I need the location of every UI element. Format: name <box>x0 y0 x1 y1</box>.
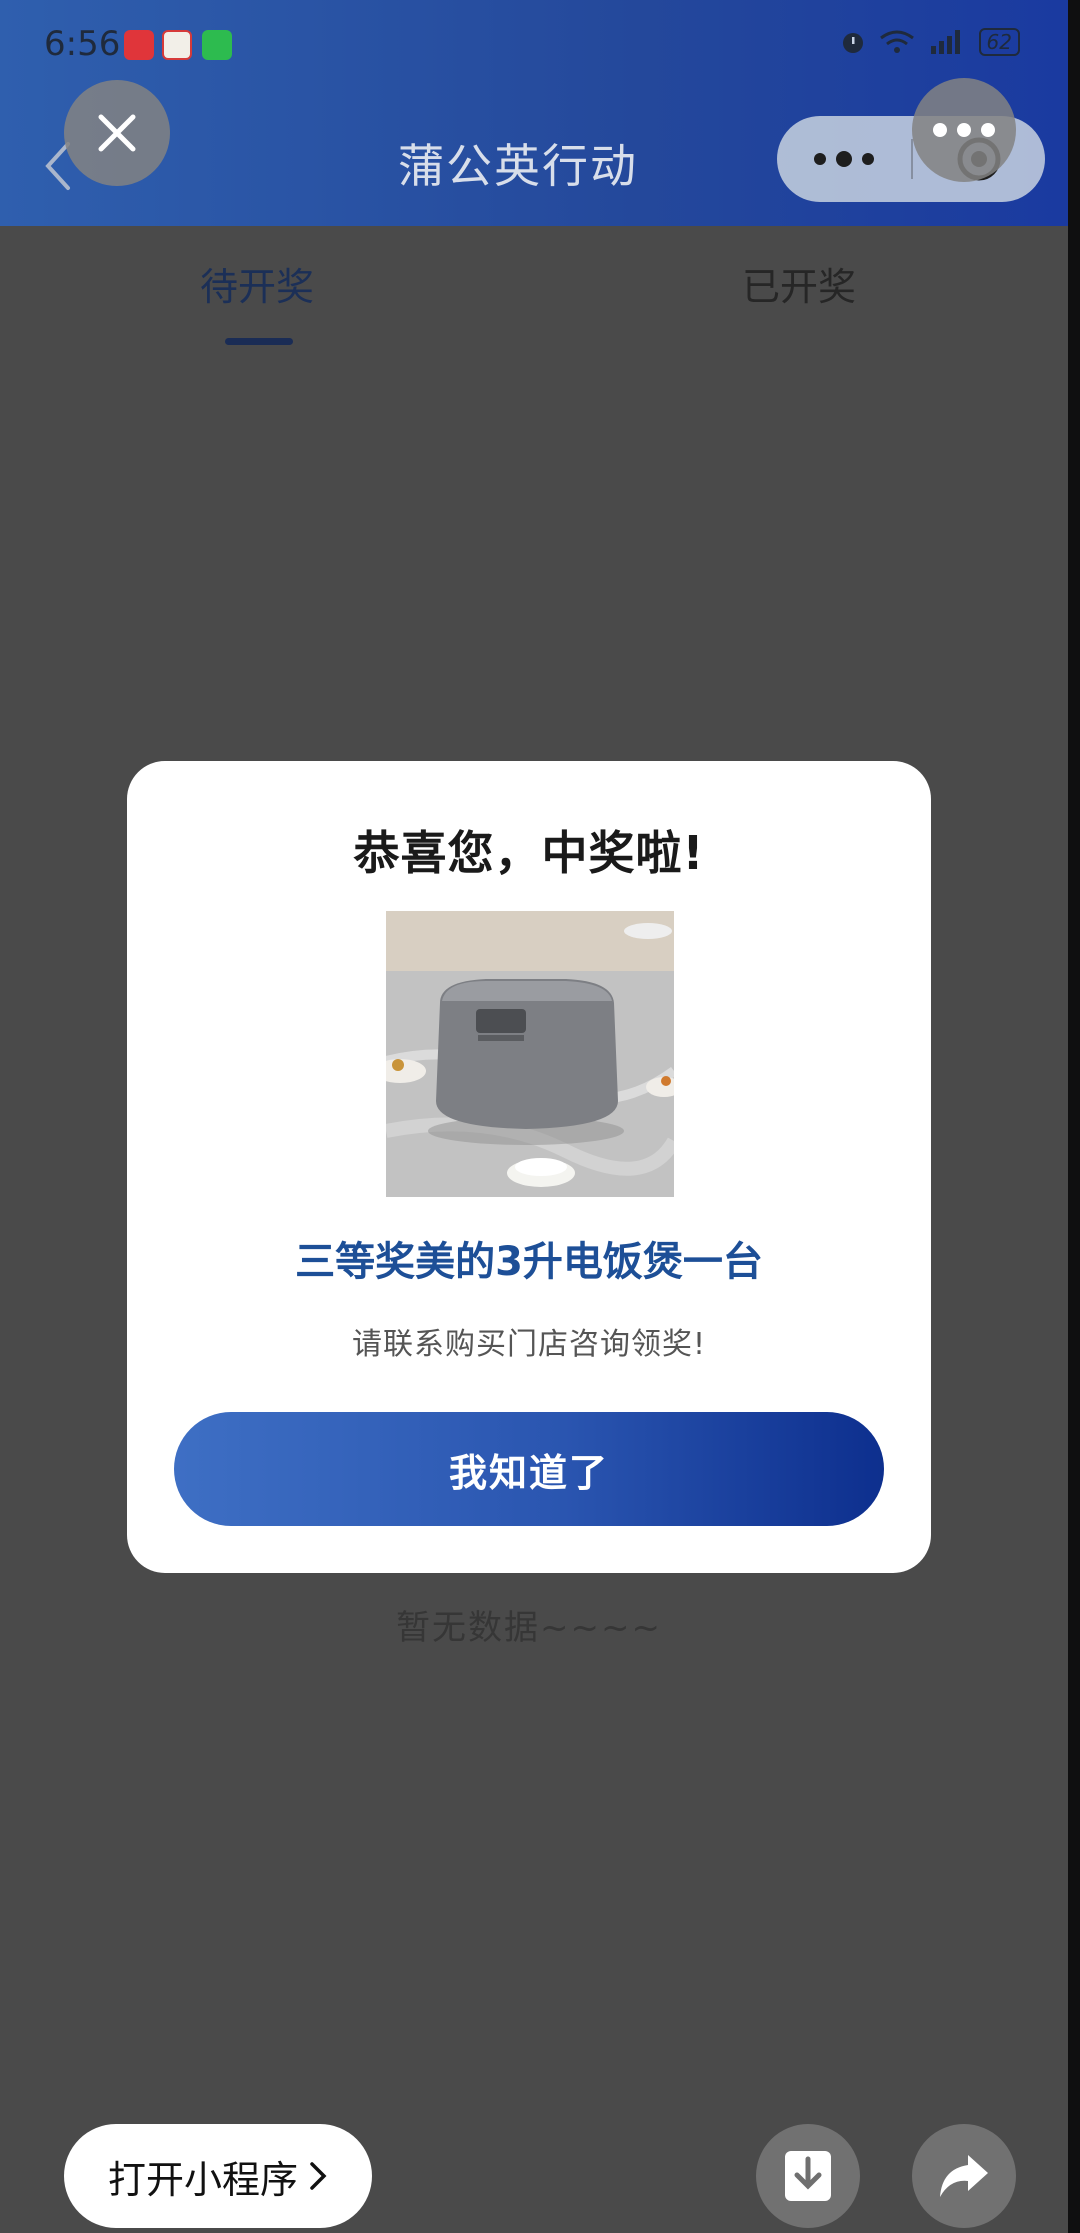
download-icon <box>785 2151 831 2201</box>
wechat-icon <box>202 30 232 60</box>
status-bar: 6:56 62 <box>0 0 1068 90</box>
share-arrow-icon <box>940 2155 988 2197</box>
screen-edge <box>1068 0 1080 2233</box>
open-mini-program-button[interactable]: 打开小程序 <box>64 2124 372 2228</box>
tab-drawn[interactable]: 已开奖 <box>742 256 856 311</box>
empty-state-text: 暂无数据~~~~ <box>396 1608 662 1648</box>
close-icon <box>98 114 136 152</box>
notification-app-icon <box>162 30 192 60</box>
open-mini-program-label: 打开小程序 <box>107 2157 298 2202</box>
prize-image <box>386 911 674 1197</box>
status-time: 6:56 <box>44 24 121 64</box>
notification-app-icon <box>124 30 154 60</box>
rice-cooker-illustration <box>386 911 674 1197</box>
prize-name: 三等奖美的3升电饭煲一台 <box>295 1239 763 1285</box>
share-button[interactable] <box>912 2124 1016 2228</box>
battery-level: 62 <box>978 28 1020 56</box>
prize-modal: 恭喜您，中奖啦! 三等奖美的3升电饭煲一台 请联系购买门店咨询领奖! 我知道了 <box>127 761 931 1573</box>
confirm-button[interactable]: 我知道了 <box>174 1412 884 1526</box>
download-button[interactable] <box>756 2124 860 2228</box>
modal-title: 恭喜您，中奖啦! <box>353 826 705 880</box>
status-right: 62 <box>839 28 1020 56</box>
chevron-right-icon <box>310 2162 327 2190</box>
tab-pending[interactable]: 待开奖 <box>200 256 314 311</box>
capsule-menu-icon[interactable] <box>777 151 911 167</box>
prize-hint: 请联系购买门店咨询领奖! <box>351 1327 707 1362</box>
tab-bar: 待开奖 已开奖 <box>0 226 1068 356</box>
more-dots-icon <box>933 123 947 137</box>
alarm-icon <box>842 33 863 53</box>
close-button[interactable] <box>64 80 170 186</box>
tab-active-indicator <box>225 338 293 345</box>
signal-icon <box>930 30 960 54</box>
wifi-icon <box>879 30 914 53</box>
more-button[interactable] <box>912 78 1016 182</box>
